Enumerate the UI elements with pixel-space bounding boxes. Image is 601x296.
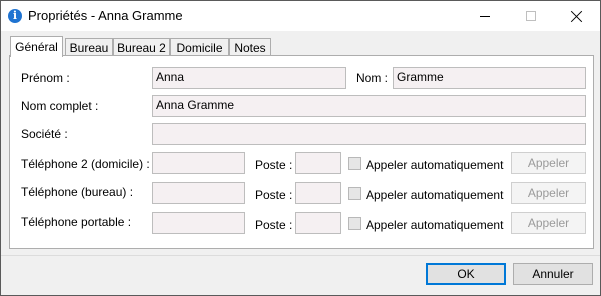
prenom-field[interactable]: Anna <box>152 67 346 89</box>
telephone-domicile-label: Téléphone 2 (domicile) : <box>21 157 150 171</box>
call-button: Appeler <box>511 182 586 204</box>
tab-bureau-2[interactable]: Bureau 2 <box>113 38 170 56</box>
poste-field[interactable] <box>295 152 341 174</box>
cancel-button[interactable]: Annuler <box>513 263 593 285</box>
nom-label: Nom : <box>356 71 389 85</box>
telephone-domicile-field[interactable] <box>152 152 245 174</box>
auto-call-label: Appeler automatiquement <box>366 218 504 232</box>
poste-field[interactable] <box>295 182 341 204</box>
auto-call-checkbox[interactable] <box>348 187 361 200</box>
minimize-icon <box>480 15 490 17</box>
dialog-footer: OK Annuler <box>1 255 600 295</box>
info-icon: i <box>8 9 22 23</box>
general-panel: Prénom : Anna Nom : Gramme Nom complet :… <box>9 55 594 249</box>
minimize-button[interactable] <box>462 1 508 31</box>
window-title: Propriétés - Anna Gramme <box>28 8 183 23</box>
nom-complet-field[interactable]: Anna Gramme <box>152 95 586 117</box>
close-icon <box>571 10 583 22</box>
call-button: Appeler <box>511 212 586 234</box>
poste-label: Poste : <box>255 158 293 172</box>
poste-label: Poste : <box>255 188 293 202</box>
auto-call-checkbox[interactable] <box>348 217 361 230</box>
auto-call-checkbox[interactable] <box>348 157 361 170</box>
societe-label: Société : <box>21 127 68 141</box>
title-bar[interactable]: i Propriétés - Anna Gramme <box>1 1 600 31</box>
tab-bureau[interactable]: Bureau <box>65 38 113 56</box>
tab-notes[interactable]: Notes <box>229 38 271 56</box>
auto-call-label: Appeler automatiquement <box>366 158 504 172</box>
nom-complet-label: Nom complet : <box>21 99 99 113</box>
prenom-label: Prénom : <box>21 71 70 85</box>
tab-domicile[interactable]: Domicile <box>170 38 229 56</box>
maximize-icon <box>526 11 536 21</box>
nom-field[interactable]: Gramme <box>393 67 586 89</box>
call-button: Appeler <box>511 152 586 174</box>
poste-field[interactable] <box>295 212 341 234</box>
auto-call-label: Appeler automatiquement <box>366 188 504 202</box>
properties-dialog: i Propriétés - Anna Gramme Général Burea… <box>0 0 601 296</box>
telephone-portable-label: Téléphone portable : <box>21 215 132 229</box>
close-button[interactable] <box>554 1 600 31</box>
maximize-button <box>508 1 554 31</box>
poste-label: Poste : <box>255 218 293 232</box>
telephone-bureau-label: Téléphone (bureau) : <box>21 185 134 199</box>
telephone-bureau-field[interactable] <box>152 182 245 204</box>
ok-button[interactable]: OK <box>426 263 506 285</box>
tab-general[interactable]: Général <box>10 36 63 57</box>
societe-field[interactable] <box>152 123 586 145</box>
telephone-portable-field[interactable] <box>152 212 245 234</box>
